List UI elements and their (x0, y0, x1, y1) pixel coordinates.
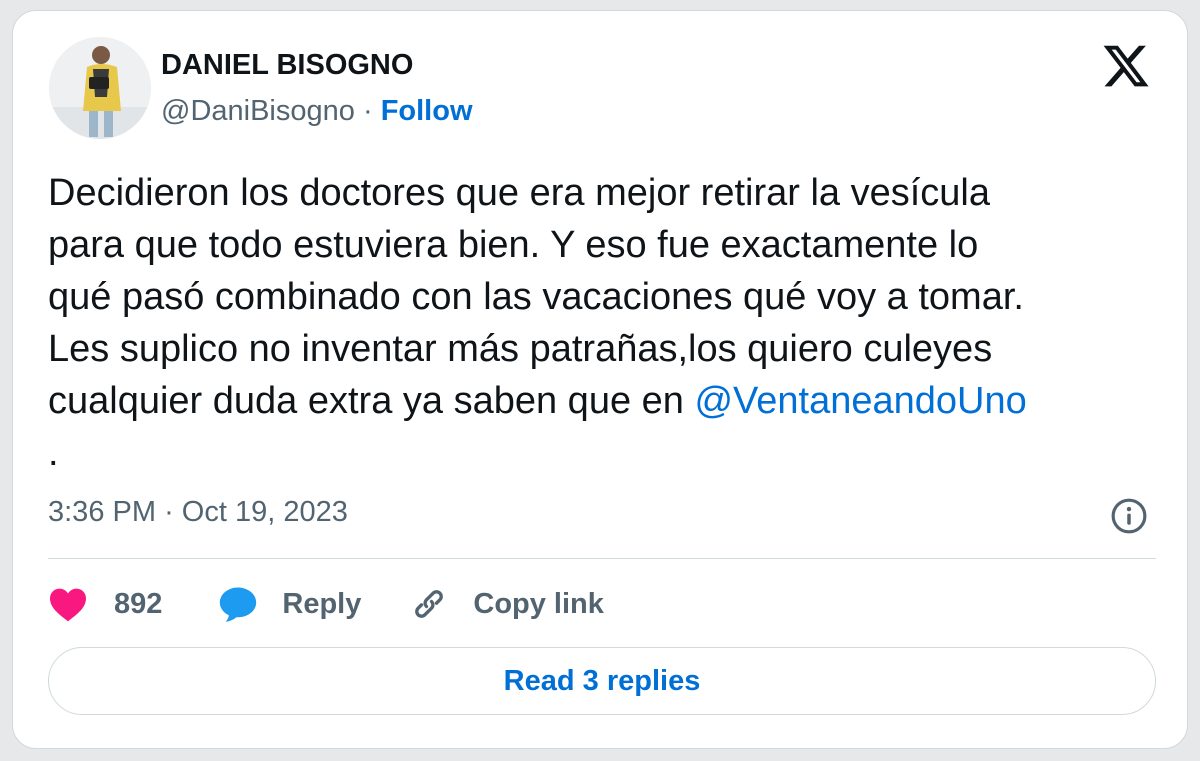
tweet-line-with-mention: cualquier duda extra ya saben que en @Ve… (48, 375, 1168, 427)
mention-link[interactable]: @VentaneandoUno (694, 380, 1026, 422)
tweet-line: Decidieron los doctores que era mejor re… (48, 172, 990, 214)
copy-link-label: Copy link (473, 587, 604, 620)
tweet-card: DANIEL BISOGNO @DaniBisogno · Follow Dec… (12, 10, 1188, 749)
author-handle-line: @DaniBisogno · Follow (161, 95, 473, 128)
author-display-name[interactable]: DANIEL BISOGNO (161, 49, 413, 82)
like-count: 892 (114, 587, 163, 620)
timestamp-separator: · (164, 496, 174, 528)
copy-link-button[interactable]: Copy link (409, 584, 604, 624)
timestamp-date: Oct 19, 2023 (181, 496, 348, 528)
info-icon[interactable] (1110, 497, 1148, 535)
divider (48, 558, 1156, 559)
tweet-line: qué pasó combinado con las vacaciones qu… (48, 276, 1024, 318)
tweet-line: para que todo estuviera bien. Y eso fue … (48, 224, 979, 266)
link-icon (415, 590, 444, 618)
reply-label: Reply (282, 587, 362, 620)
like-button[interactable]: 892 (48, 586, 162, 622)
tweet-text: Decidieron los doctores que era mejor re… (48, 167, 1168, 479)
handle-separator: · (362, 95, 373, 127)
heart-icon (50, 588, 86, 622)
x-logo-icon[interactable] (1101, 41, 1151, 91)
read-replies-button[interactable]: Read 3 replies (48, 647, 1156, 715)
action-bar: 892 Reply Copy link (48, 581, 604, 627)
reply-button[interactable]: Reply (218, 585, 361, 623)
author-handle[interactable]: @DaniBisogno (161, 95, 355, 127)
timestamp-time: 3:36 PM (48, 496, 156, 528)
speech-bubble-icon (220, 587, 257, 622)
tweet-line: Les suplico no inventar más patrañas,los… (48, 328, 993, 370)
tweet-trailing-period: . (48, 432, 59, 474)
follow-button[interactable]: Follow (381, 95, 473, 127)
timestamp[interactable]: 3:36 PM · Oct 19, 2023 (48, 496, 348, 529)
tweet-line: cualquier duda extra ya saben que en (48, 380, 695, 422)
avatar[interactable] (49, 37, 151, 139)
avatar-photo (49, 37, 151, 139)
